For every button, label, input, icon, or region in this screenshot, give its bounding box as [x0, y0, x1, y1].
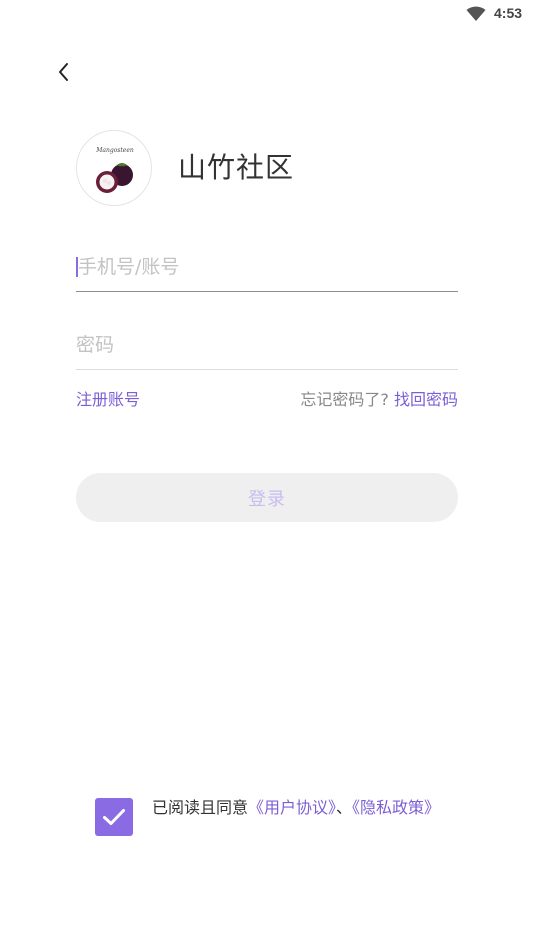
logo-text: Mangosteen: [95, 147, 134, 154]
app-logo: Mangosteen: [76, 130, 152, 206]
phone-field: [76, 244, 458, 292]
agreement-text: 已阅读且同意《用户协议》、《隐私政策》: [152, 799, 452, 817]
privacy-policy-link[interactable]: 《隐私政策》: [352, 798, 440, 817]
password-field: [76, 322, 458, 370]
back-button[interactable]: [52, 58, 76, 86]
recover-password-link[interactable]: 找回密码: [394, 390, 458, 409]
checkmark-icon: [103, 809, 125, 825]
agreement-separator: 、: [336, 798, 353, 817]
agreement-prefix: 已阅读且同意: [152, 798, 249, 817]
login-button[interactable]: 登录: [76, 473, 458, 522]
user-agreement-link[interactable]: 《用户协议》: [248, 798, 336, 817]
register-link[interactable]: 注册账号: [76, 386, 140, 410]
wifi-icon: [466, 6, 486, 21]
password-underline: [76, 369, 458, 370]
phone-underline: [76, 291, 458, 292]
chevron-left-icon: [59, 63, 68, 81]
status-bar: 4:53: [0, 0, 534, 28]
links-row: 注册账号 忘记密码了? 找回密码: [76, 386, 458, 410]
app-title: 山竹社区: [178, 151, 295, 184]
phone-input[interactable]: [76, 244, 458, 290]
agree-checkbox[interactable]: [95, 798, 133, 836]
status-time: 4:53: [494, 5, 523, 21]
text-caret: [76, 257, 78, 277]
forgot-prompt: 忘记密码了?: [300, 390, 389, 409]
forgot-password: 忘记密码了? 找回密码: [300, 386, 458, 410]
password-input[interactable]: [76, 322, 458, 368]
